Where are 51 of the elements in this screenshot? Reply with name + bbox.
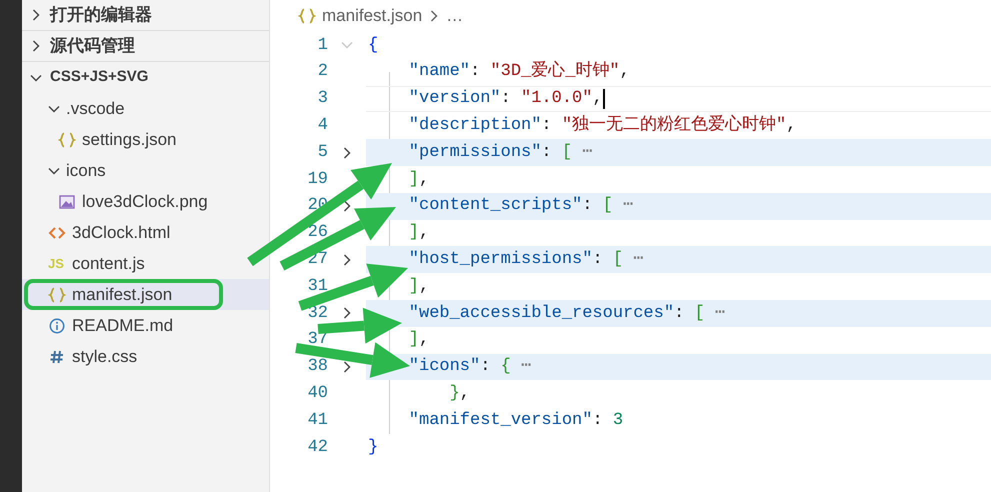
code-line: ],	[408, 168, 430, 191]
hash-icon	[48, 348, 66, 364]
breadcrumb-item[interactable]: manifest.json	[322, 3, 422, 29]
tree-item[interactable]: .vscode	[22, 93, 269, 124]
tree-item[interactable]: JS content.js	[22, 248, 269, 279]
text-cursor	[602, 88, 605, 109]
code-line: },	[448, 383, 471, 405]
tree-item[interactable]: love3dClock.png	[22, 186, 269, 217]
line-number: 31	[306, 276, 328, 298]
code-line: ],	[408, 222, 430, 244]
tree-item[interactable]: README.md	[22, 310, 269, 341]
breadcrumb-item[interactable]: …	[446, 3, 464, 29]
tree-item[interactable]: style.css	[22, 341, 269, 372]
chevron-right-icon[interactable]	[341, 254, 353, 266]
section-header[interactable]: 打开的编辑器	[22, 0, 269, 31]
line-number: 38	[306, 356, 328, 378]
code-line: "description": "独一无二的粉红色爱心时钟",	[408, 114, 798, 138]
code-brackets-icon	[48, 224, 66, 240]
braces-icon	[298, 8, 316, 24]
line-number: 19	[306, 168, 328, 191]
line-number: 5	[316, 142, 328, 164]
line-number: 26	[306, 222, 328, 244]
line-number: 40	[306, 383, 328, 405]
section-header[interactable]: CSS+JS+SVG	[22, 62, 269, 93]
code-line: ],	[408, 329, 430, 352]
image-icon	[58, 194, 76, 210]
tree-item[interactable]: 3dClock.html	[22, 217, 269, 248]
code-line: {	[367, 34, 380, 57]
line-number: 41	[306, 410, 328, 432]
info-icon	[48, 318, 66, 334]
section-header[interactable]: 源代码管理	[22, 31, 269, 62]
code-line: "version": "1.0.0",	[366, 86, 991, 112]
code-line: }	[367, 436, 380, 459]
chevron-right-icon[interactable]	[341, 360, 353, 373]
chevron-right-icon[interactable]	[30, 9, 42, 21]
tree-item[interactable]: settings.json	[22, 124, 269, 155]
tree-item[interactable]: icons	[22, 155, 269, 186]
line-number: 3	[316, 88, 328, 110]
code-line: "manifest_version": 3	[408, 410, 624, 432]
chevron-right-icon[interactable]	[30, 40, 42, 52]
chevron-right-icon[interactable]	[341, 307, 353, 320]
braces-icon	[48, 286, 66, 302]
code-line: ],	[408, 276, 430, 298]
line-number: 1	[316, 34, 328, 57]
code-line: "name": "3D_爱心_时钟",	[408, 60, 631, 84]
line-number: 2	[316, 61, 328, 84]
line-number: 4	[316, 115, 328, 138]
braces-icon	[58, 132, 76, 148]
chevron-right-icon[interactable]	[341, 146, 353, 159]
js-icon: JS	[48, 257, 66, 270]
line-number: 42	[306, 436, 328, 459]
